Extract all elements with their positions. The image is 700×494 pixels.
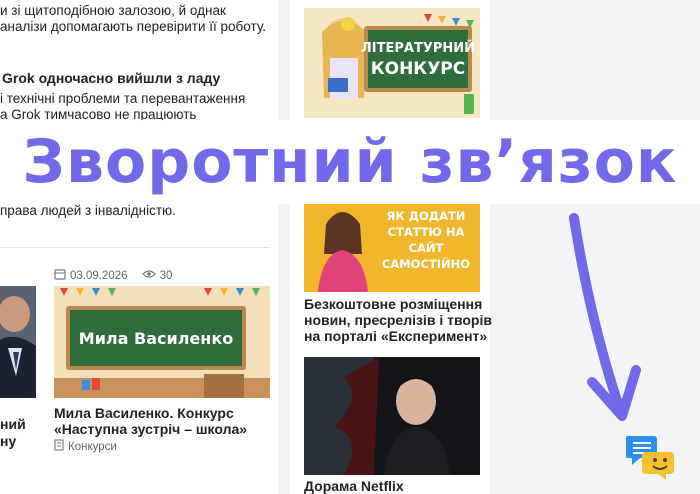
- banner-literary-contest[interactable]: ЛІТЕРАТУРНИЙ КОНКУРС: [304, 8, 480, 118]
- banner-how-to-add-article[interactable]: ЯК ДОДАТИ СТАТТЮ НА САЙТ САМОСТІЙНО: [304, 204, 480, 292]
- article-category: Конкурси: [54, 439, 117, 454]
- feedback-title: Зворотний зв’язок: [22, 127, 678, 197]
- chat-widget-button[interactable]: [625, 432, 676, 480]
- article-title[interactable]: ний: [0, 416, 26, 432]
- banner-text: КОНКУРС: [370, 59, 466, 79]
- banner-text: САМОСТІЙНО: [381, 257, 471, 271]
- article-title[interactable]: на порталі «Експеримент»: [304, 328, 487, 344]
- article-title[interactable]: Дорама Netflix: [304, 478, 404, 494]
- article-image[interactable]: [0, 286, 36, 398]
- article-views: 30: [159, 269, 173, 282]
- article-title[interactable]: ну: [0, 433, 16, 449]
- text-line: і технічні проблеми та перевантаження: [0, 91, 246, 106]
- eye-icon: [141, 269, 156, 282]
- arrow-icon: [569, 213, 641, 421]
- banner-text-block: ЯК ДОДАТИ СТАТТЮ НА САЙТ САМОСТІЙНО: [372, 208, 480, 272]
- document-icon: [54, 439, 64, 454]
- article-meta: 03.09.2026 30: [54, 268, 172, 283]
- article-image[interactable]: Мила Василенко: [54, 286, 270, 398]
- chalkboard: ЛІТЕРАТУРНИЙ КОНКУРС: [360, 26, 476, 92]
- banner-text: ЛІТЕРАТУРНИЙ: [360, 41, 476, 56]
- article-image-netflix[interactable]: [304, 357, 480, 475]
- divider: [0, 247, 270, 248]
- article-title[interactable]: Безкоштовне розміщення: [304, 296, 482, 312]
- text-line: и зі щитоподібною залозою, й однак: [0, 3, 226, 18]
- feedback-banner: Зворотний зв’язок: [0, 120, 700, 204]
- chalkboard: Мила Василенко: [66, 306, 246, 370]
- text-line: аналізи допомагають перевірити її роботу…: [0, 19, 266, 34]
- article-link[interactable]: Grok одночасно вийшли з ладу: [2, 70, 220, 86]
- article-date: 03.09.2026: [70, 269, 128, 282]
- chat-icon: [625, 436, 674, 480]
- calendar-icon: [54, 268, 66, 283]
- article-title[interactable]: «Наступна зустріч – школа»: [54, 421, 247, 437]
- category-link[interactable]: Конкурси: [68, 441, 117, 453]
- banner-text: ЯК ДОДАТИ: [386, 209, 466, 223]
- text-line: права людей з інвалідністю.: [0, 203, 176, 218]
- article-title[interactable]: Мила Василенко. Конкурс: [54, 405, 234, 421]
- article-title[interactable]: новин, пресрелізів і творів: [304, 312, 492, 328]
- banner-text: СТАТТЮ НА САЙТ: [387, 225, 465, 255]
